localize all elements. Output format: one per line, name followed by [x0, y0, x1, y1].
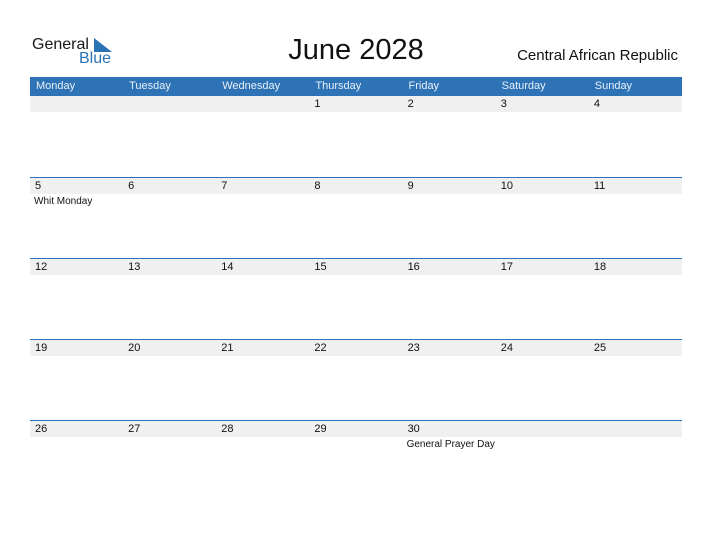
- day-number: 25: [593, 342, 607, 354]
- day-number: 3: [500, 98, 507, 110]
- day-cell[interactable]: 17: [496, 259, 589, 340]
- day-number: 19: [35, 342, 48, 354]
- day-cell[interactable]: 21: [216, 340, 309, 421]
- weekday-label: Monday: [36, 80, 76, 92]
- weekday-label: Friday: [408, 80, 440, 92]
- day-cell[interactable]: [123, 96, 216, 177]
- day-cell[interactable]: 12: [30, 259, 123, 340]
- day-cell[interactable]: 24: [496, 340, 589, 421]
- weekday-label: Saturday: [501, 80, 546, 92]
- weekday-label: Thursday: [315, 80, 362, 92]
- day-number: 22: [314, 342, 327, 354]
- day-number: 28: [221, 423, 234, 435]
- day-number: 12: [35, 261, 48, 273]
- day-number: 8: [314, 180, 321, 192]
- day-number: 21: [221, 342, 234, 354]
- day-cell[interactable]: 19: [30, 340, 123, 421]
- week-row: 5 Whit Monday 6 7 8 9 10 11: [30, 177, 682, 259]
- day-cell[interactable]: 16: [403, 259, 496, 340]
- day-number: 13: [128, 261, 141, 273]
- day-number: 20: [128, 342, 141, 354]
- day-cell[interactable]: 7: [216, 178, 309, 259]
- day-number: 9: [407, 180, 414, 192]
- day-cell[interactable]: [496, 421, 589, 502]
- day-number: 15: [314, 261, 327, 273]
- day-cell[interactable]: 28: [216, 421, 309, 502]
- day-cell[interactable]: 18: [589, 259, 682, 340]
- day-cell[interactable]: 20: [123, 340, 216, 421]
- day-cell[interactable]: 26: [30, 421, 123, 502]
- day-cell[interactable]: 9: [403, 178, 496, 259]
- holiday-label: General Prayer Day: [406, 439, 495, 450]
- day-cell[interactable]: 11: [589, 178, 682, 259]
- day-number: 27: [128, 423, 141, 435]
- day-cell[interactable]: 4: [589, 96, 682, 177]
- day-cell[interactable]: 8: [309, 178, 402, 259]
- weekday-label: Sunday: [594, 80, 633, 92]
- day-number: 14: [221, 261, 234, 273]
- day-cell[interactable]: 15: [309, 259, 402, 340]
- day-number: 4: [593, 98, 600, 110]
- day-cell[interactable]: [589, 421, 682, 502]
- day-number: 24: [500, 342, 513, 354]
- day-number: 29: [314, 423, 327, 435]
- country-name: Central African Republic: [517, 47, 678, 64]
- day-number: 18: [593, 261, 607, 273]
- day-cell[interactable]: 3: [496, 96, 589, 177]
- day-cell[interactable]: 22: [309, 340, 402, 421]
- weekday-label: Wednesday: [222, 80, 281, 92]
- day-cell[interactable]: 25: [589, 340, 682, 421]
- day-cell[interactable]: [30, 96, 123, 177]
- holiday-label: Whit Monday: [34, 196, 93, 207]
- day-cell[interactable]: 30 General Prayer Day: [403, 421, 496, 502]
- day-number: 10: [500, 180, 513, 192]
- week-row: 1 2 3 4: [30, 96, 682, 177]
- day-number: 17: [500, 261, 513, 273]
- day-number: 26: [35, 423, 48, 435]
- day-cell[interactable]: 29: [309, 421, 402, 502]
- day-number: 7: [221, 180, 228, 192]
- week-row: 19 20 21 22 23 24 25: [30, 339, 682, 421]
- day-number: 2: [407, 98, 414, 110]
- day-number: 30: [407, 423, 420, 435]
- day-cell[interactable]: [216, 96, 309, 177]
- day-cell[interactable]: 2: [403, 96, 496, 177]
- day-cell[interactable]: 23: [403, 340, 496, 421]
- day-cell[interactable]: 27: [123, 421, 216, 502]
- week-row: 26 27 28 29 30 General Prayer Day: [30, 420, 682, 502]
- day-cell[interactable]: 5 Whit Monday: [30, 178, 123, 259]
- weekday-label: Tuesday: [129, 80, 171, 92]
- day-cell[interactable]: 13: [123, 259, 216, 340]
- day-cell[interactable]: 10: [496, 178, 589, 259]
- day-number: 6: [128, 180, 135, 192]
- day-number: 5: [35, 180, 42, 192]
- week-row: 12 13 14 15 16 17 18: [30, 258, 682, 340]
- weekday-header: Monday Tuesday Wednesday Thursday Friday…: [30, 77, 682, 96]
- day-number: 16: [407, 261, 420, 273]
- day-cell[interactable]: 1: [309, 96, 402, 177]
- day-number: 11: [593, 180, 606, 192]
- day-number: 1: [314, 98, 321, 110]
- day-cell[interactable]: 6: [123, 178, 216, 259]
- day-number: 23: [407, 342, 420, 354]
- day-cell[interactable]: 14: [216, 259, 309, 340]
